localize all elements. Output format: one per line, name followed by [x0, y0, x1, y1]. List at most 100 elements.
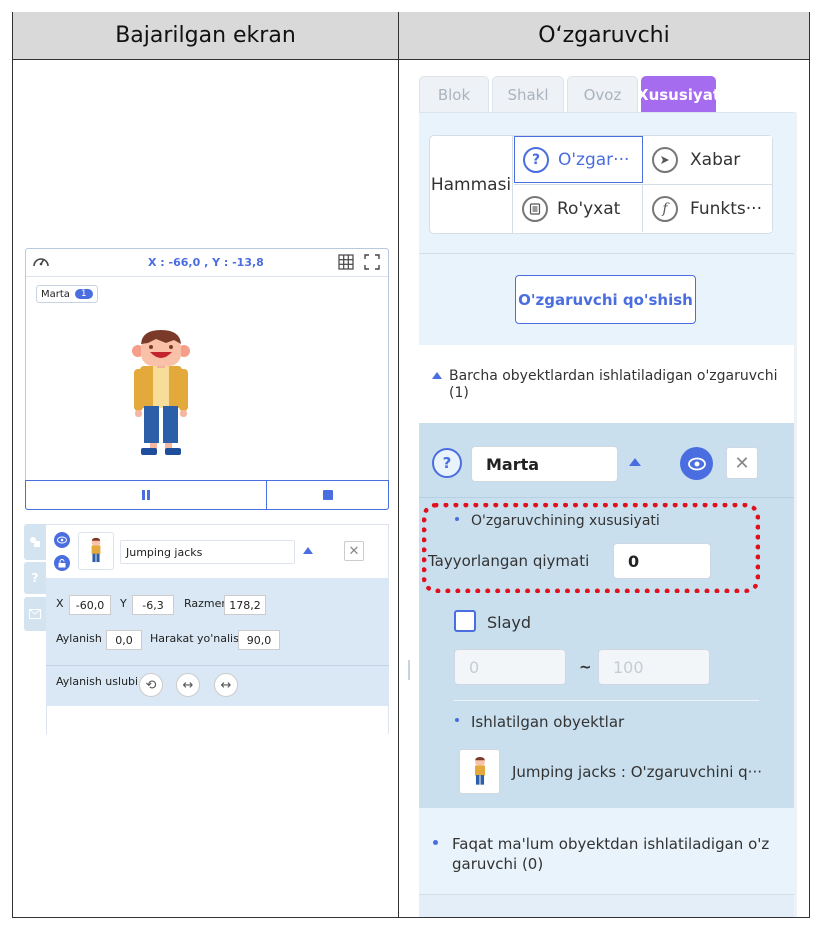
collapse-arrow-icon[interactable] [303, 547, 313, 554]
rotate-icon: ⟲ [145, 677, 157, 693]
variable-visibility-button[interactable] [680, 447, 713, 480]
add-variable-button[interactable]: O'zgaruvchi qo'shish [515, 275, 696, 324]
category-function[interactable]: f Funkts··· [644, 185, 772, 232]
side-tab-message[interactable] [24, 597, 46, 631]
no-rotate-button[interactable]: ↔ [214, 673, 238, 697]
bullet [455, 718, 459, 722]
size-label: Razmer [184, 597, 226, 610]
left-right-arrow-icon: ↔ [182, 677, 194, 693]
table-divider [398, 12, 399, 918]
close-icon: ✕ [348, 543, 360, 559]
slide-checkbox[interactable] [454, 610, 476, 632]
rotate-free-button[interactable]: ⟲ [139, 673, 163, 697]
variable-watcher: Marta 1 [36, 285, 98, 303]
tab-xususiyat[interactable]: Xususiyat [637, 76, 720, 112]
character-sprite [130, 326, 192, 464]
grid-icon[interactable] [338, 254, 354, 274]
eye-icon [57, 536, 67, 544]
category-message-label: Xabar [690, 149, 741, 170]
y-input[interactable]: -6,3 [132, 595, 174, 615]
mail-icon [29, 609, 41, 619]
local-section-title: Faqat ma'lum obyektdan ishlatiladigan o'… [452, 835, 770, 873]
used-object-item[interactable]: Jumping jacks : O'zgaruvchini q··· [512, 763, 762, 781]
tab-shakl[interactable]: Shakl [492, 76, 564, 112]
variable-name-input[interactable]: Marta [471, 446, 618, 482]
object-thumbnail[interactable] [78, 532, 114, 570]
list-icon [522, 195, 548, 222]
size-input[interactable]: 178,2 [224, 595, 266, 615]
left-right-arrow-icon: ↔ [220, 677, 232, 693]
watcher-value: 1 [74, 289, 93, 299]
objects-icon [30, 537, 40, 547]
scrollbar[interactable] [794, 112, 797, 917]
section-collapse-icon [432, 372, 442, 379]
character-thumbnail [474, 756, 485, 785]
object-name-input[interactable]: Jumping jacks [120, 540, 295, 564]
rotation-label: Aylanish [56, 632, 102, 645]
category-message[interactable]: Xabar [644, 136, 772, 183]
variable-collapse-icon[interactable] [629, 458, 641, 466]
side-tab-objects[interactable] [24, 524, 46, 560]
speed-gauge-icon[interactable] [32, 253, 50, 273]
flip-horizontal-button[interactable]: ↔ [176, 673, 200, 697]
right-header: O‘zgaruvchi [399, 12, 809, 60]
left-header: Bajarilgan ekran [13, 12, 398, 60]
bullet [433, 840, 438, 845]
broadcast-icon [652, 146, 678, 173]
fullscreen-icon[interactable] [364, 254, 380, 274]
category-variable[interactable]: ? O'zgar··· [514, 136, 643, 183]
lock-toggle[interactable] [54, 555, 70, 571]
panel-edge-right [388, 706, 389, 734]
stop-button[interactable] [266, 480, 389, 510]
question-icon: ? [432, 448, 462, 478]
character-thumbnail [91, 537, 101, 563]
bullet [455, 517, 459, 521]
delete-object-button[interactable]: ✕ [344, 541, 364, 561]
variable-props-title: O'zgaruvchining xususiyati [471, 513, 660, 529]
function-icon: f [652, 195, 678, 222]
direction-input[interactable]: 90,0 [238, 630, 280, 650]
panel-resize-handle[interactable] [408, 660, 410, 680]
default-value-label: Tayyorlangan qiymati [428, 552, 590, 570]
pause-button[interactable] [25, 480, 267, 510]
category-list[interactable]: Ro'yxat [514, 185, 643, 232]
x-input[interactable]: -60,0 [69, 595, 111, 615]
x-label: X [56, 597, 64, 610]
coordinates-readout: X : -66,0 , Y : -13,8 [148, 256, 264, 269]
category-list-label: Ro'yxat [557, 198, 621, 219]
default-value-input[interactable]: 0 [613, 543, 711, 579]
tab-blok[interactable]: Blok [419, 76, 489, 112]
slide-min-input[interactable]: 0 [454, 649, 566, 685]
panel-footer [419, 894, 796, 917]
stop-icon [322, 490, 333, 500]
global-section-title: Barcha obyektlardan ishlatiladigan o'zga… [449, 368, 778, 401]
visibility-toggle[interactable] [54, 532, 70, 548]
y-label: Y [120, 597, 127, 610]
question-icon: ? [523, 146, 549, 173]
direction-label: Harakat yo'nalish [150, 632, 246, 645]
lock-icon [58, 558, 66, 567]
rotation-style-label: Aylanish uslubi [56, 675, 139, 688]
category-variable-label: O'zgar··· [558, 149, 630, 170]
tab-ovoz[interactable]: Ovoz [567, 76, 638, 112]
panel-edge [46, 706, 47, 734]
slide-label: Slayd [487, 613, 532, 632]
delete-variable-button[interactable]: ✕ [726, 447, 758, 479]
pause-icon [142, 490, 150, 500]
close-icon: ✕ [734, 452, 750, 474]
stage-divider [26, 276, 388, 277]
range-separator: ~ [579, 658, 592, 676]
help-icon: ? [31, 571, 39, 585]
category-all[interactable]: Hammasi [430, 136, 513, 233]
slide-max-input[interactable]: 100 [598, 649, 710, 685]
rotation-input[interactable]: 0,0 [106, 630, 142, 650]
used-object-thumbnail[interactable] [459, 749, 500, 794]
watcher-name: Marta [41, 288, 70, 300]
properties-divider [46, 665, 389, 666]
category-function-label: Funkts··· [690, 198, 762, 219]
variable-divider [419, 497, 796, 498]
eye-icon [687, 457, 706, 470]
used-objects-title: Ishlatilgan obyektlar [471, 713, 625, 731]
used-divider [454, 700, 759, 701]
side-tab-help[interactable]: ? [24, 562, 46, 594]
